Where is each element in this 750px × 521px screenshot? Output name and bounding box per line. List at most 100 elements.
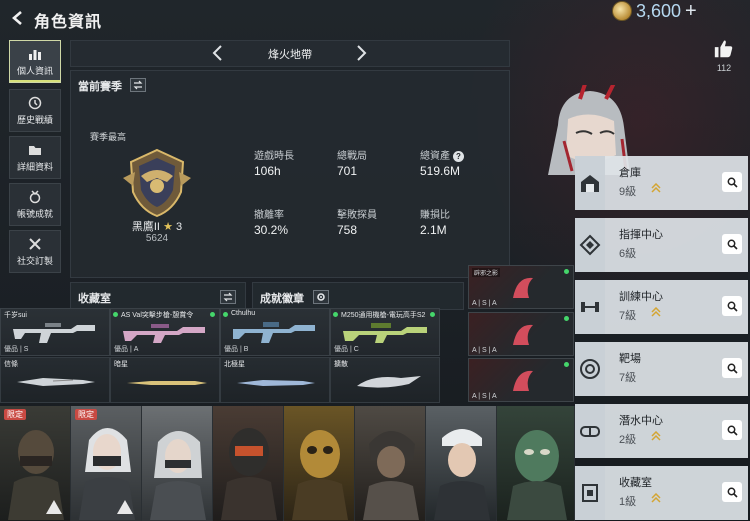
operator-card[interactable] (355, 406, 426, 521)
search-icon (727, 301, 738, 312)
facility-training-center[interactable]: 訓練中心 7級 (575, 280, 748, 334)
skin-grade: A | S | A (472, 300, 497, 307)
facility-shooting-range[interactable]: 靶場 7級 (575, 342, 748, 396)
facility-icon-cell (575, 156, 605, 210)
stat-value: 106h (254, 164, 281, 178)
add-currency-button[interactable]: + (685, 1, 697, 21)
back-button[interactable] (8, 8, 28, 28)
sidebar-item-profile[interactable]: 個人資訊 (9, 40, 61, 83)
currency-amount: 3,600 (636, 0, 682, 21)
operator-card[interactable] (426, 406, 497, 521)
currency-display[interactable]: 3,600 + (612, 0, 697, 22)
season-swap-button[interactable] (130, 78, 146, 92)
status-dot (564, 269, 569, 274)
charm-icon (513, 324, 533, 345)
skin-card[interactable]: A | S | A (468, 312, 574, 356)
status-dot (430, 312, 435, 317)
weapon-card[interactable]: M250通用機槍-電玩高手S2 優品 | C (330, 308, 440, 356)
facility-icon-cell (575, 404, 605, 458)
melee-name: 信條 (4, 361, 18, 368)
weapon-card[interactable]: 千岁sui 優品 | S (0, 308, 110, 356)
sidebar-item-label: 個人資訊 (16, 65, 53, 76)
warehouse-icon (581, 175, 599, 192)
skin-card[interactable]: A | S | A (468, 358, 574, 402)
facility-name: 倉庫 (619, 167, 641, 179)
trophy-icon (582, 484, 598, 502)
melee-name: 暗星 (114, 361, 128, 368)
search-icon (727, 487, 738, 498)
help-icon[interactable]: ? (453, 150, 464, 162)
facility-diving-center[interactable]: 潛水中心 2級 (575, 404, 748, 458)
facility-icon-cell (575, 218, 605, 272)
upgrade-arrow-icon (651, 183, 661, 193)
sidebar-item-history[interactable]: 歷史戰績 (9, 89, 61, 132)
operator-card[interactable] (142, 406, 213, 521)
skin-card[interactable]: 辟邪之影 A | S | A (468, 265, 574, 309)
prev-mode-button[interactable] (210, 44, 224, 62)
facility-search-button[interactable] (722, 420, 742, 440)
melee-card[interactable]: 擴散 (330, 357, 440, 403)
search-icon (727, 177, 738, 188)
sidebar-item-details[interactable]: 詳細資料 (9, 136, 61, 179)
facility-name: 靶場 (619, 353, 641, 365)
facility-search-button[interactable] (722, 296, 742, 316)
achievement-title: 成就徽章 (260, 293, 304, 305)
achievement-settings-button[interactable] (313, 290, 329, 304)
facility-name: 指揮中心 (619, 229, 663, 241)
tools-icon (29, 237, 41, 250)
melee-card[interactable]: 信條 (0, 357, 110, 403)
melee-card[interactable]: 暗星 (110, 357, 220, 403)
operator-card[interactable] (284, 406, 355, 521)
swap-icon (133, 80, 143, 90)
thumbs-up-icon[interactable] (713, 38, 735, 60)
search-icon (727, 363, 738, 374)
facility-warehouse[interactable]: 倉庫 9級 (575, 156, 748, 210)
rifle-icon (123, 324, 205, 343)
operator-card[interactable] (213, 406, 284, 521)
sidebar-item-achievements[interactable]: 帳號成就 (9, 183, 61, 226)
weapon-card[interactable]: AS Val突擊步槍-憩賞令 優品 | A (110, 308, 220, 356)
facility-level: 7級 (619, 310, 637, 322)
chevron-left-icon (12, 11, 22, 25)
melee-card[interactable]: 北極星 (220, 357, 330, 403)
current-season-label: 當前賽季 (78, 81, 122, 93)
facility-search-button[interactable] (722, 358, 742, 378)
facility-command-center[interactable]: 指揮中心 6級 (575, 218, 748, 272)
melee-name: 北極星 (224, 361, 245, 368)
facility-icon-cell (575, 280, 605, 334)
facility-search-button[interactable] (722, 172, 742, 192)
search-icon (727, 425, 738, 436)
next-mode-button[interactable] (355, 44, 369, 62)
stat-value: 30.2% (254, 223, 289, 237)
search-icon (727, 239, 738, 250)
operator-card[interactable]: 限定 (71, 406, 142, 521)
operator-portrait (507, 430, 567, 520)
facility-collection-room[interactable]: 收藏室 1級 (575, 466, 748, 520)
knife-icon (357, 376, 421, 388)
like-count: 112 (716, 63, 732, 73)
operator-card[interactable] (497, 406, 575, 521)
knife-icon (17, 378, 95, 386)
weapon-grade: 優品 | C (334, 346, 359, 353)
season-best-label: 賽季最高 (90, 132, 127, 142)
facility-icon-cell (575, 342, 605, 396)
collection-swap-button[interactable] (220, 290, 236, 304)
facility-name: 潛水中心 (619, 415, 663, 427)
operator-portrait (221, 428, 277, 520)
operator-card[interactable]: 限定 (0, 406, 71, 521)
operator-portrait (434, 429, 490, 520)
gear-icon (317, 293, 325, 301)
weapon-card[interactable]: Cthulhu 優品 | B (220, 308, 330, 356)
season-mode-name: 烽火地帶 (268, 49, 312, 61)
stat-label: 總戰局 (337, 151, 367, 162)
facility-search-button[interactable] (722, 482, 742, 502)
bar-chart-icon (29, 49, 41, 60)
skin-grade: A | S | A (472, 393, 497, 400)
facility-search-button[interactable] (722, 234, 742, 254)
rank-stars: 3 (176, 221, 183, 233)
sidebar-item-social[interactable]: 社交訂製 (9, 230, 61, 273)
facility-level: 7級 (619, 372, 637, 384)
facility-name: 訓練中心 (619, 291, 663, 303)
sidebar-item-label: 帳號成就 (16, 208, 53, 219)
stat-value: 701 (337, 164, 358, 178)
